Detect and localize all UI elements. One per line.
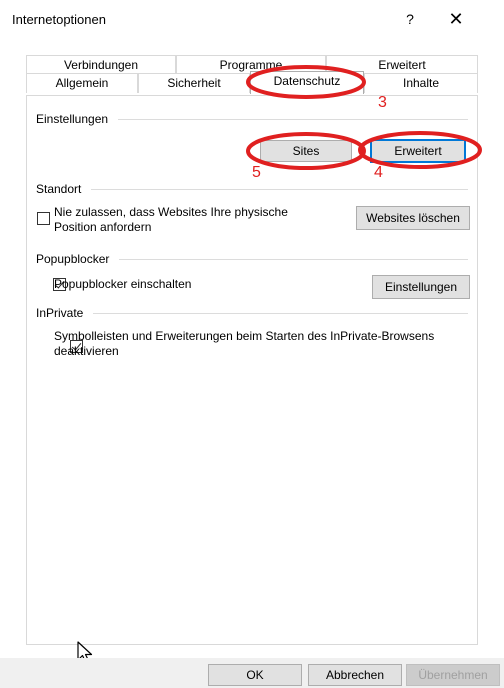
annotation-circle-erweitert xyxy=(358,131,482,169)
annotation-overlay xyxy=(246,65,482,170)
annotation-number-5: 5 xyxy=(252,164,261,181)
annotation-number-4: 4 xyxy=(374,164,383,181)
annotation-circle-sites xyxy=(246,132,366,170)
annotation-number-3: 3 xyxy=(378,94,387,111)
annotation-circle-datenschutz xyxy=(246,65,366,99)
